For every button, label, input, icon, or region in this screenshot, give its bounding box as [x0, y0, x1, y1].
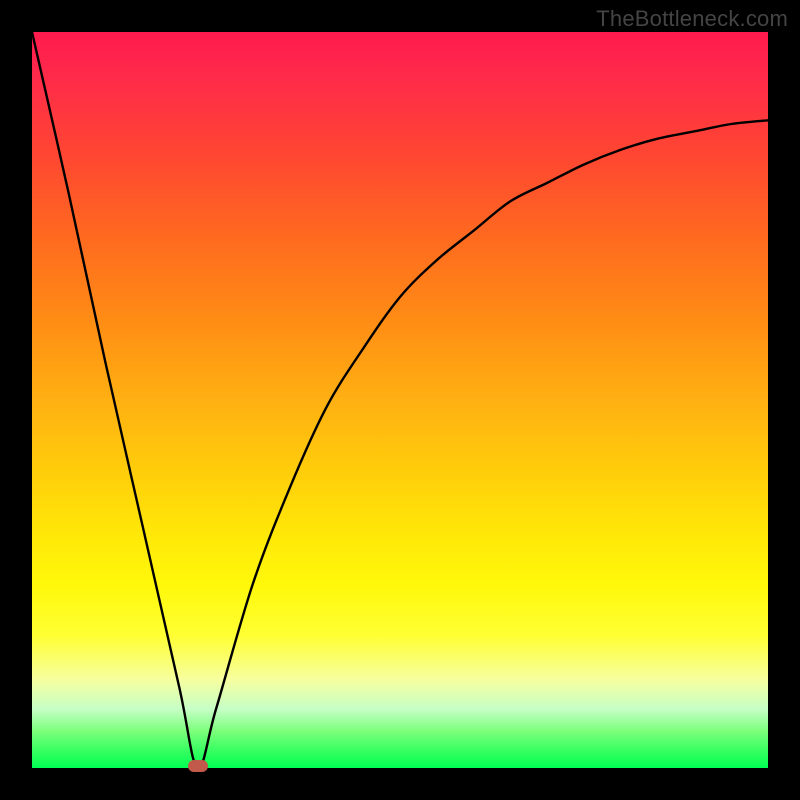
- chart-frame: TheBottleneck.com: [0, 0, 800, 800]
- curve-svg: [32, 32, 768, 768]
- plot-area: [32, 32, 768, 768]
- minimum-marker: [188, 760, 208, 772]
- watermark-text: TheBottleneck.com: [596, 6, 788, 32]
- curve-path: [32, 32, 768, 768]
